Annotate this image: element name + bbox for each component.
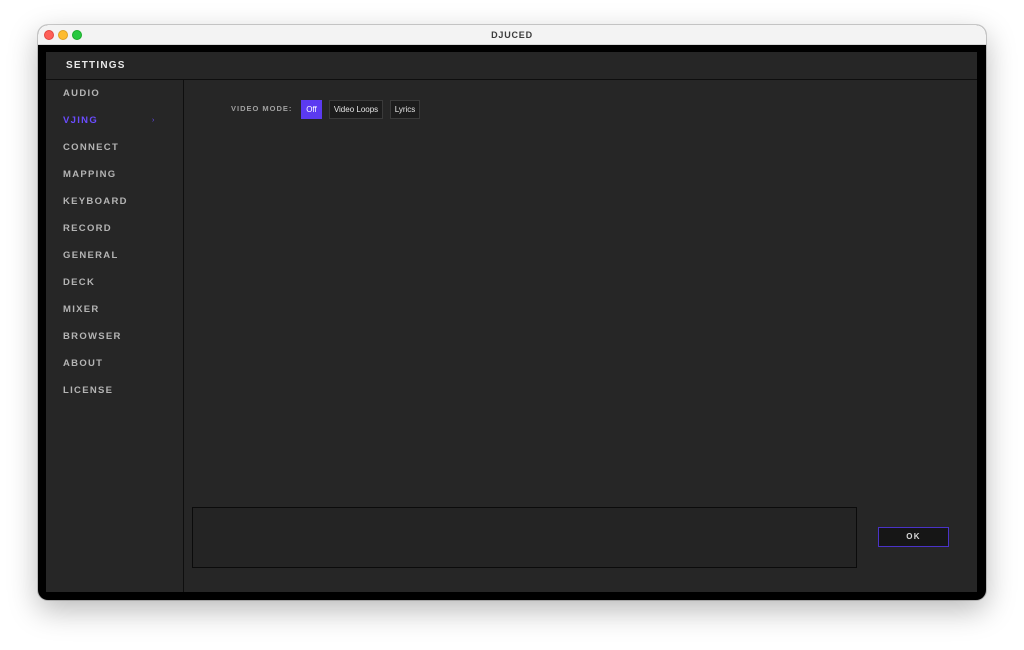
video-mode-off-button[interactable]: Off xyxy=(301,100,322,119)
sidebar-item-general[interactable]: GENERAL xyxy=(46,242,183,269)
sidebar-item-label: BROWSER xyxy=(63,331,122,342)
sidebar-item-record[interactable]: RECORD xyxy=(46,215,183,242)
ok-button[interactable]: OK xyxy=(878,527,949,547)
sidebar-item-label: KEYBOARD xyxy=(63,196,128,207)
sidebar-item-label: DECK xyxy=(63,277,96,288)
sidebar-item-label: RECORD xyxy=(63,223,112,234)
vjing-settings-content: VIDEO MODE: Off Video Loops Lyrics OK xyxy=(184,80,977,592)
sidebar-item-label: AUDIO xyxy=(63,88,101,99)
sidebar-item-license[interactable]: LICENSE xyxy=(46,377,183,404)
video-mode-label: VIDEO MODE: xyxy=(231,104,293,113)
sidebar-item-label: LICENSE xyxy=(63,385,114,396)
video-mode-video-loops-button[interactable]: Video Loops xyxy=(329,100,383,119)
sidebar-item-label: GENERAL xyxy=(63,250,119,261)
sidebar-item-mapping[interactable]: MAPPING xyxy=(46,161,183,188)
video-mode-lyrics-button[interactable]: Lyrics xyxy=(390,100,420,119)
sidebar-item-audio[interactable]: AUDIO xyxy=(46,80,183,107)
sidebar-item-about[interactable]: ABOUT xyxy=(46,350,183,377)
window-title: DJUCED xyxy=(491,30,533,40)
settings-sidebar: AUDIO VJING › CONNECT MAPPING KEYBOARD R… xyxy=(46,80,184,592)
sidebar-item-mixer[interactable]: MIXER xyxy=(46,296,183,323)
settings-panel: SETTINGS AUDIO VJING › CONNECT MAPPING K… xyxy=(46,52,977,592)
sidebar-item-deck[interactable]: DECK xyxy=(46,269,183,296)
sidebar-item-keyboard[interactable]: KEYBOARD xyxy=(46,188,183,215)
sidebar-item-vjing[interactable]: VJING › xyxy=(46,107,183,134)
sidebar-item-label: ABOUT xyxy=(63,358,104,369)
app-window: DJUCED SETTINGS AUDIO VJING › CONNECT MA… xyxy=(38,25,986,600)
sidebar-item-label: MAPPING xyxy=(63,169,117,180)
chevron-right-icon: › xyxy=(152,117,155,124)
message-box xyxy=(192,507,857,568)
sidebar-item-connect[interactable]: CONNECT xyxy=(46,134,183,161)
settings-header: SETTINGS xyxy=(46,52,977,80)
sidebar-item-browser[interactable]: BROWSER xyxy=(46,323,183,350)
sidebar-item-label: MIXER xyxy=(63,304,100,315)
sidebar-item-label: VJING xyxy=(63,115,99,126)
title-bar[interactable]: DJUCED xyxy=(38,25,986,45)
sidebar-item-label: CONNECT xyxy=(63,142,120,153)
settings-title: SETTINGS xyxy=(66,60,126,71)
